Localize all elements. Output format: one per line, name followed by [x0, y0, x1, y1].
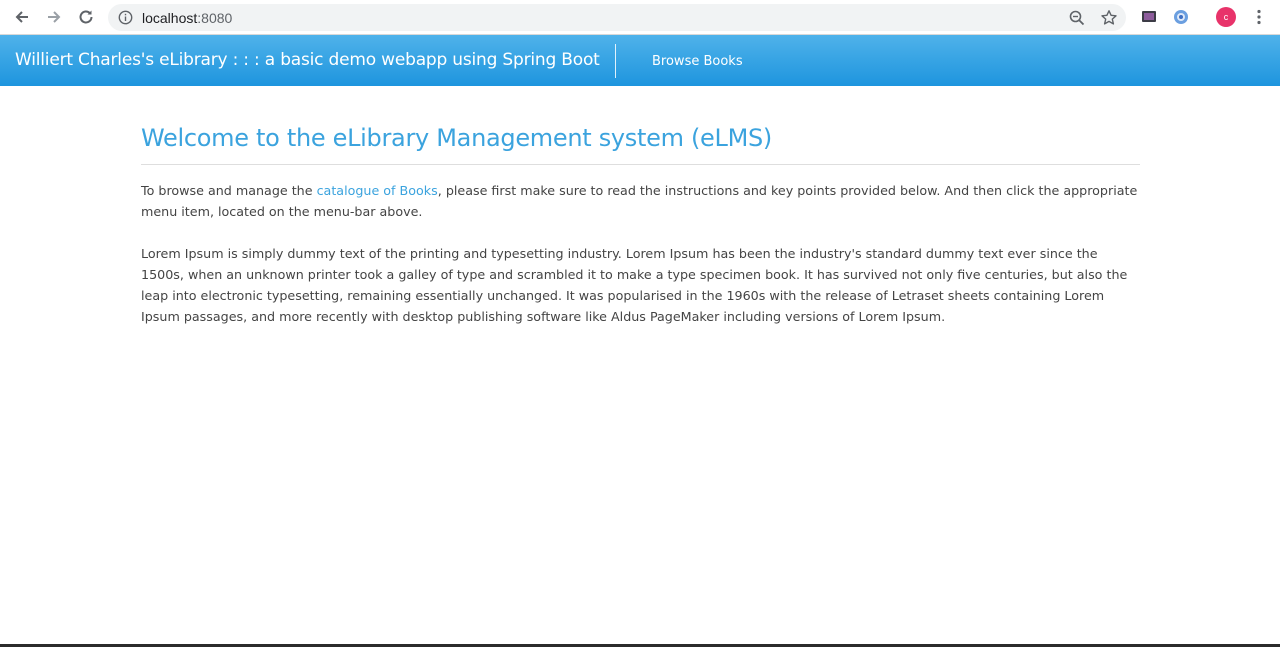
intro-paragraph: To browse and manage the catalogue of Bo…	[141, 180, 1140, 222]
reload-icon	[79, 10, 93, 24]
arrow-left-icon	[15, 11, 28, 23]
page-title: Welcome to the eLibrary Management syste…	[141, 124, 772, 152]
url-host: localhost	[142, 10, 198, 26]
app-navbar: Williert Charles's eLibrary : : : a basi…	[0, 35, 1280, 86]
lorem-paragraph: Lorem Ipsum is simply dummy text of the …	[141, 246, 1128, 324]
reload-button[interactable]	[74, 5, 98, 29]
url-text[interactable]: localhost:8080	[142, 10, 232, 26]
browser-toolbar: localhost:8080 c	[0, 0, 1280, 35]
star-icon[interactable]	[1100, 9, 1118, 27]
catalogue-link[interactable]: catalogue of Books	[317, 183, 438, 198]
url-port: :8080	[197, 10, 233, 26]
zoom-icon[interactable]	[1068, 9, 1086, 27]
intro-text-before: To browse and manage the	[141, 183, 317, 198]
navbar-brand[interactable]: Williert Charles's eLibrary : : : a basi…	[15, 50, 600, 70]
info-icon[interactable]	[118, 10, 133, 25]
title-divider	[141, 164, 1140, 165]
kebab-menu-icon[interactable]	[1250, 8, 1268, 26]
forward-button[interactable]	[42, 5, 66, 29]
arrow-right-icon	[48, 11, 61, 23]
avatar[interactable]: c	[1216, 7, 1236, 27]
navbar-divider	[615, 44, 616, 78]
main-content: Welcome to the eLibrary Management syste…	[141, 86, 1140, 327]
extension-globe-icon[interactable]	[1172, 8, 1190, 26]
back-button[interactable]	[10, 5, 34, 29]
browse-books-link[interactable]: Browse Books	[652, 54, 743, 69]
address-bar[interactable]: localhost:8080	[108, 4, 1126, 31]
extension-icon[interactable]	[1140, 8, 1158, 26]
